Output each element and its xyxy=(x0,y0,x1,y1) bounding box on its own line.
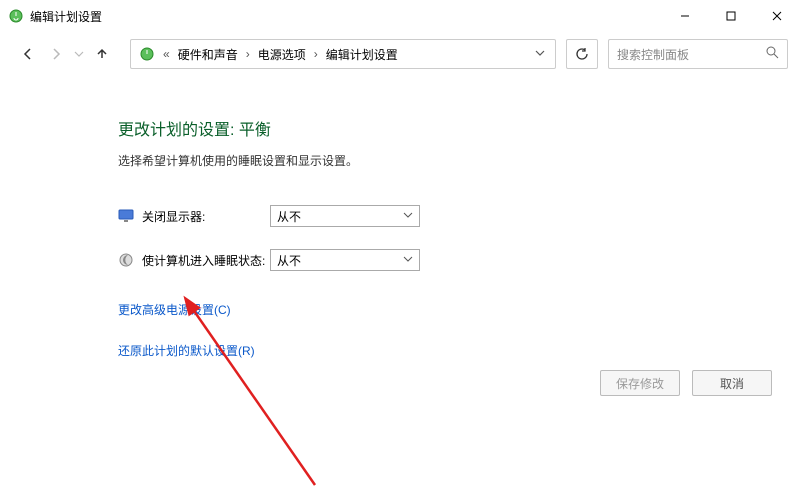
titlebar: 编辑计划设置 xyxy=(0,0,800,32)
sleep-select[interactable]: 从不 xyxy=(270,249,420,271)
monitor-icon xyxy=(118,208,134,224)
toolbar: « 硬件和声音 › 电源选项 › 编辑计划设置 搜索控制面板 xyxy=(0,32,800,76)
display-off-label: 关闭显示器: xyxy=(142,208,270,225)
window-controls xyxy=(662,0,800,32)
sleep-label: 使计算机进入睡眠状态: xyxy=(142,252,270,269)
refresh-button[interactable] xyxy=(566,39,598,69)
chevron-right-icon: › xyxy=(310,47,322,61)
setting-row-sleep: 使计算机进入睡眠状态: 从不 xyxy=(118,249,800,271)
up-button[interactable] xyxy=(88,40,116,68)
close-button[interactable] xyxy=(754,0,800,32)
chevron-down-icon xyxy=(403,209,413,223)
minimize-button[interactable] xyxy=(662,0,708,32)
moon-icon xyxy=(118,252,134,268)
footer-buttons: 保存修改 取消 xyxy=(600,370,772,396)
chevron-right-icon: › xyxy=(242,47,254,61)
display-off-value: 从不 xyxy=(277,208,301,225)
address-bar[interactable]: « 硬件和声音 › 电源选项 › 编辑计划设置 xyxy=(130,39,556,69)
window-title: 编辑计划设置 xyxy=(30,8,102,25)
maximize-button[interactable] xyxy=(708,0,754,32)
save-button[interactable]: 保存修改 xyxy=(600,370,680,396)
restore-defaults-link[interactable]: 还原此计划的默认设置(R) xyxy=(118,342,800,359)
setting-row-display-off: 关闭显示器: 从不 xyxy=(118,205,800,227)
cancel-button[interactable]: 取消 xyxy=(692,370,772,396)
breadcrumb-power-options[interactable]: 电源选项 xyxy=(254,46,310,63)
power-options-icon xyxy=(8,8,24,24)
breadcrumb-prefix-chevron[interactable]: « xyxy=(159,47,174,61)
chevron-down-icon xyxy=(403,253,413,267)
search-box[interactable]: 搜索控制面板 xyxy=(608,39,788,69)
sleep-value: 从不 xyxy=(277,252,301,269)
page-heading: 更改计划的设置: 平衡 xyxy=(118,116,800,140)
page-description: 选择希望计算机使用的睡眠设置和显示设置。 xyxy=(118,152,800,169)
breadcrumb-edit-plan[interactable]: 编辑计划设置 xyxy=(322,46,402,63)
links-section: 更改高级电源设置(C) 还原此计划的默认设置(R) xyxy=(118,301,800,359)
search-placeholder: 搜索控制面板 xyxy=(617,46,766,63)
back-button[interactable] xyxy=(14,40,42,68)
breadcrumb-hardware-sound[interactable]: 硬件和声音 xyxy=(174,46,242,63)
search-icon xyxy=(766,46,779,62)
display-off-select[interactable]: 从不 xyxy=(270,205,420,227)
recent-dropdown[interactable] xyxy=(70,40,88,68)
address-icon xyxy=(135,46,159,62)
advanced-power-settings-link[interactable]: 更改高级电源设置(C) xyxy=(118,301,800,318)
address-dropdown[interactable] xyxy=(529,47,551,61)
forward-button[interactable] xyxy=(42,40,70,68)
main-content: 更改计划的设置: 平衡 选择希望计算机使用的睡眠设置和显示设置。 关闭显示器: … xyxy=(0,76,800,359)
